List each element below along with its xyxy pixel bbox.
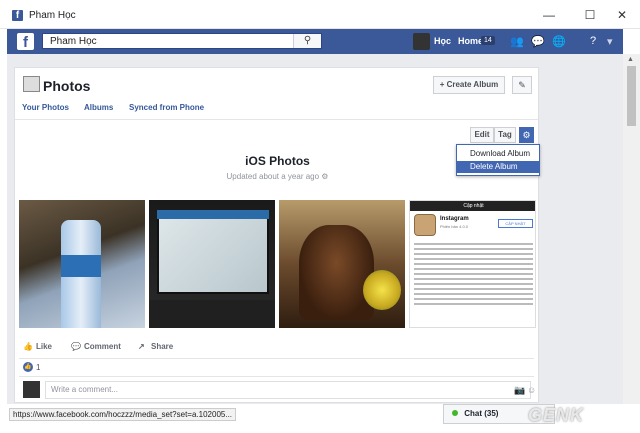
pencil-icon[interactable]: ✎: [512, 76, 532, 94]
album-updated: Updated about a year ago ⚙: [226, 172, 329, 181]
edit-button[interactable]: Edit: [470, 127, 494, 143]
instagram-app-icon: [414, 214, 436, 236]
tab-albums[interactable]: Albums: [84, 103, 113, 112]
scrollbar[interactable]: ▲: [623, 54, 640, 404]
album-title: iOS Photos: [245, 154, 310, 168]
comment-icon[interactable]: 💬: [71, 342, 81, 351]
emoji-icon[interactable]: ☺: [527, 382, 536, 398]
photo-thumbnail[interactable]: [149, 200, 275, 328]
divider: [15, 119, 538, 120]
home-count-badge: 14: [481, 36, 495, 45]
profile-link[interactable]: Học: [434, 36, 451, 46]
chat-label: Chat (35): [464, 409, 499, 418]
window-title: Pham Học: [29, 10, 76, 21]
close-button[interactable]: ✕: [609, 6, 635, 24]
account-menu-icon[interactable]: ▾: [607, 35, 613, 48]
photo-thumbnail[interactable]: [19, 200, 145, 328]
page-title: Photos: [43, 78, 91, 94]
search-value: Pham Học: [50, 36, 97, 47]
post-actions: 👍 Like 💬 Comment ↗ Share: [15, 339, 538, 355]
facebook-top-bar: f Pham Học ⚲ Học Home 14 👥 💬 🌐 ? ▾: [7, 29, 623, 54]
comment-button[interactable]: Comment: [84, 342, 121, 351]
photo-text-lines: [414, 243, 533, 308]
comment-placeholder: Write a comment...: [51, 385, 118, 394]
photo-app-name: Instagram: [440, 216, 469, 222]
search-icon[interactable]: ⚲: [293, 34, 321, 48]
messages-icon[interactable]: 💬: [531, 35, 545, 48]
photos-card: Photos + Create Album ✎ Your Photos Albu…: [14, 67, 540, 403]
avatar: [23, 381, 40, 398]
camera-icon[interactable]: 📷: [514, 382, 525, 398]
create-album-button[interactable]: + Create Album: [433, 76, 505, 94]
photo-flowers: [363, 270, 401, 310]
home-link[interactable]: Home: [458, 36, 483, 46]
like-button[interactable]: Like: [36, 342, 52, 351]
divider: [19, 376, 534, 377]
photo-update-button: CẬP NHẬT: [498, 219, 533, 228]
photo-statue: [299, 225, 374, 320]
photo-laptop-keyboard: [149, 300, 275, 328]
facebook-logo[interactable]: f: [17, 33, 34, 51]
search-input[interactable]: Pham Học ⚲: [42, 33, 322, 49]
photo-thumbnail[interactable]: Cập nhật Instagram Phiên bản 4.0.0 CẬP N…: [409, 200, 536, 328]
photo-thumbnail[interactable]: [279, 200, 405, 328]
globe-icon[interactable]: 🌐: [552, 35, 566, 48]
genk-watermark: GENK: [528, 405, 585, 425]
user-avatar[interactable]: [413, 33, 430, 50]
like-icon[interactable]: 👍: [23, 342, 33, 351]
photo-bottle-label: [61, 255, 101, 277]
photo-laptop-screen: [157, 210, 269, 294]
tab-synced-from-phone[interactable]: Synced from Phone: [129, 103, 204, 112]
like-reaction-icon: 👍: [23, 362, 33, 372]
gear-icon[interactable]: ⚙: [519, 127, 534, 143]
status-bar-url: https://www.facebook.com/hoczzz/media_se…: [9, 408, 237, 421]
help-icon[interactable]: ?: [590, 35, 596, 47]
photo-app-version: Phiên bản 4.0.0: [440, 224, 469, 229]
share-icon[interactable]: ↗: [138, 342, 145, 351]
share-button[interactable]: Share: [151, 342, 173, 351]
photos-icon: [23, 76, 40, 92]
maximize-button[interactable]: ☐: [577, 6, 603, 24]
scroll-up-icon[interactable]: ▲: [627, 56, 634, 63]
facebook-app-icon: f: [12, 10, 23, 21]
tag-button[interactable]: Tag: [494, 127, 516, 143]
comment-input[interactable]: Write a comment... 📷 ☺: [45, 381, 536, 399]
scrollbar-thumb[interactable]: [627, 66, 636, 126]
online-indicator: [452, 410, 458, 416]
likes-count: 1: [36, 363, 41, 372]
photo-laptop-ribbon: [157, 210, 269, 219]
minimize-button[interactable]: —: [536, 6, 562, 24]
tab-your-photos[interactable]: Your Photos: [22, 103, 69, 112]
photo-appstore-header: Cập nhật: [410, 201, 535, 211]
divider: [19, 358, 534, 359]
window-titlebar: f Pham Học — ☐ ✕: [0, 0, 640, 29]
friends-icon[interactable]: 👥: [510, 35, 524, 48]
